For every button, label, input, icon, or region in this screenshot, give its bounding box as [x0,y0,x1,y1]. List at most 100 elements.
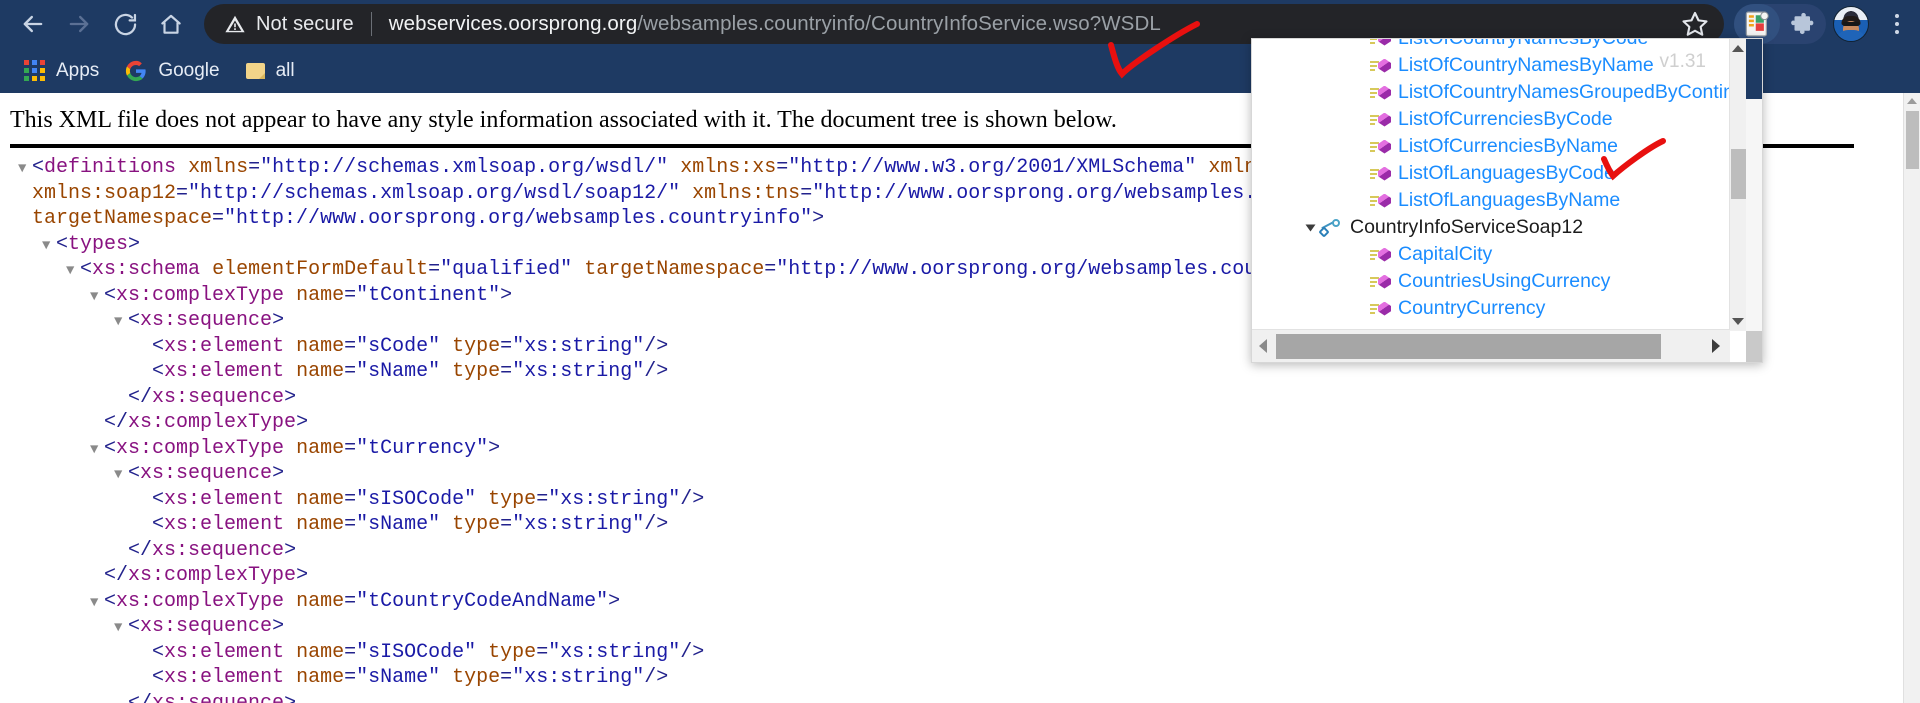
xml-attr: name [296,360,345,383]
wsdl-operation-node[interactable]: ListOfCountryNamesByCode [1252,39,1730,52]
back-button[interactable] [10,1,56,47]
xml-punc: = [344,513,357,536]
xml-indent [18,360,138,383]
expand-triangle-icon[interactable]: ▼ [18,158,32,182]
wsdl-node-label[interactable]: ListOfCurrenciesByName [1398,135,1618,158]
xml-punc: = [500,513,513,536]
xml-punc [440,360,452,383]
wsdl-scroll-right-arrow-icon[interactable] [1712,339,1720,353]
wsdl-node-label[interactable]: ListOfLanguagesByName [1398,189,1620,212]
reload-button[interactable] [102,1,148,47]
wsdl-scroll-down-arrow-icon[interactable] [1732,318,1744,325]
wsdl-scroll-left-arrow-icon[interactable] [1259,339,1267,353]
wsdl-node-label[interactable]: CapitalCity [1398,243,1492,266]
xml-punc [284,437,296,460]
xml-no-twisty [90,413,104,437]
page-scrollbar-thumb[interactable] [1906,111,1919,169]
xml-attr: name [296,589,345,613]
xml-tag: xs:sequence [152,538,285,562]
xml-punc: = [344,360,357,383]
bookmark-apps[interactable]: Apps [14,56,109,86]
wsdl-node-label[interactable]: ListOfCountryNamesGroupedByContinent [1398,81,1730,104]
wsdl-node-label[interactable]: CountryInfoServiceSoap12 [1350,216,1583,239]
wsdl-operation-node[interactable]: ListOfCountryNamesGroupedByContinent [1252,79,1730,106]
xml-no-twisty [138,362,152,386]
chrome-menu-button[interactable] [1874,4,1920,44]
bookmark-google[interactable]: Google [115,56,229,86]
expand-triangle-icon[interactable]: ▼ [90,286,104,310]
xml-val: "sISOCode" [356,640,477,664]
expand-triangle-icon[interactable]: ▼ [90,592,104,616]
xml-tag: xs:sequence [140,615,273,638]
wsdl-node-label[interactable]: ListOfLanguagesByCode [1398,162,1615,185]
wsdl-operation-node[interactable]: CountriesUsingCurrency [1252,268,1730,295]
xml-punc: /> [644,334,669,358]
wsdl-operation-node[interactable]: ListOfLanguagesByCode [1252,160,1730,187]
operation-icon [1370,301,1392,317]
xml-punc: = [212,207,225,230]
expand-triangle-icon[interactable]: ▼ [42,235,56,259]
wsdl-scroll-up-arrow-icon[interactable] [1732,45,1744,52]
xml-val: "xs:string" [512,513,645,536]
xml-indent [18,309,114,332]
xml-punc: < [152,360,165,383]
page-scrollbar[interactable] [1903,93,1920,703]
wsdl-operation-node[interactable]: ListOfLanguagesByName [1252,187,1730,214]
bookmark-all-folder[interactable]: all [236,56,305,86]
xml-punc [200,258,212,281]
xml-val: "xs:string" [512,360,645,383]
xml-val: "http://www.w3.org/2001/XMLSchema" [788,156,1197,179]
expand-triangle-icon[interactable]: ▼ [114,464,128,488]
xml-indent [18,692,114,703]
expand-triangle-icon[interactable]: ▼ [66,260,80,284]
xml-punc [1196,156,1208,179]
xml-tag: xs:complexType [116,283,285,307]
wsdl-operation-node[interactable]: ListOfCountryNamesByName [1252,52,1730,79]
star-icon [1682,11,1708,36]
xml-punc [476,488,488,511]
bookmark-label: Apps [56,59,100,81]
wsdl-horizontal-scrollbar-thumb[interactable] [1276,334,1661,359]
expand-triangle-icon[interactable]: ▼ [114,311,128,335]
wsdl-node-label[interactable]: CountryCurrency [1398,297,1545,320]
wsdl-node-label[interactable]: CountriesUsingCurrency [1398,270,1610,293]
expand-triangle-icon[interactable]: ▼ [114,617,128,641]
xml-punc: < [128,615,141,638]
xml-punc: = [176,181,189,205]
xml-line: <xs:element name="sName" type="xs:string… [18,360,1920,386]
xml-punc [476,641,488,664]
wsdl-operation-node[interactable]: CountryCurrency [1252,295,1730,322]
bookmark-label: all [275,59,295,81]
wsdl-node-label[interactable]: ListOfCountryNamesByCode [1398,39,1648,50]
wsdl-vertical-scrollbar-thumb[interactable] [1731,149,1746,199]
wsdl-operation-node[interactable]: CapitalCity [1252,241,1730,268]
wsdl-node-label[interactable]: ListOfCountryNamesByName [1398,54,1654,77]
folder-icon [245,62,265,79]
bookmark-button[interactable] [1680,9,1718,39]
collapse-triangle-icon[interactable] [1305,224,1316,231]
xml-punc [284,666,296,689]
extensions-button[interactable] [1780,4,1826,44]
xml-attr: xmlns [188,156,249,179]
wsdl-service-node[interactable]: CountryInfoServiceSoap12 [1252,214,1730,241]
wsdl-extension-icon [1745,11,1769,37]
wsdl-vertical-scrollbar[interactable] [1729,39,1746,331]
wsdl-operation-node[interactable]: ListOfCurrenciesByCode [1252,106,1730,133]
xml-indent [18,539,114,562]
xml-tag: xs:element [164,487,285,511]
xml-punc [680,182,692,205]
xml-indent [18,258,66,281]
wsdl-node-label[interactable]: ListOfCurrenciesByCode [1398,108,1613,131]
home-button[interactable] [148,1,194,47]
google-g-icon [126,60,146,81]
xml-punc: > [500,283,513,307]
xml-punc: > [128,232,141,256]
forward-button[interactable] [56,1,102,47]
scroll-up-arrow-icon[interactable] [1907,98,1917,104]
expand-triangle-icon[interactable]: ▼ [90,439,104,463]
xml-indent [18,615,114,638]
profile-avatar[interactable] [1833,6,1869,42]
wsdl-operation-node[interactable]: ListOfCurrenciesByName [1252,133,1730,160]
xml-indent [18,411,90,434]
wsdl-horizontal-scrollbar[interactable] [1252,329,1730,362]
